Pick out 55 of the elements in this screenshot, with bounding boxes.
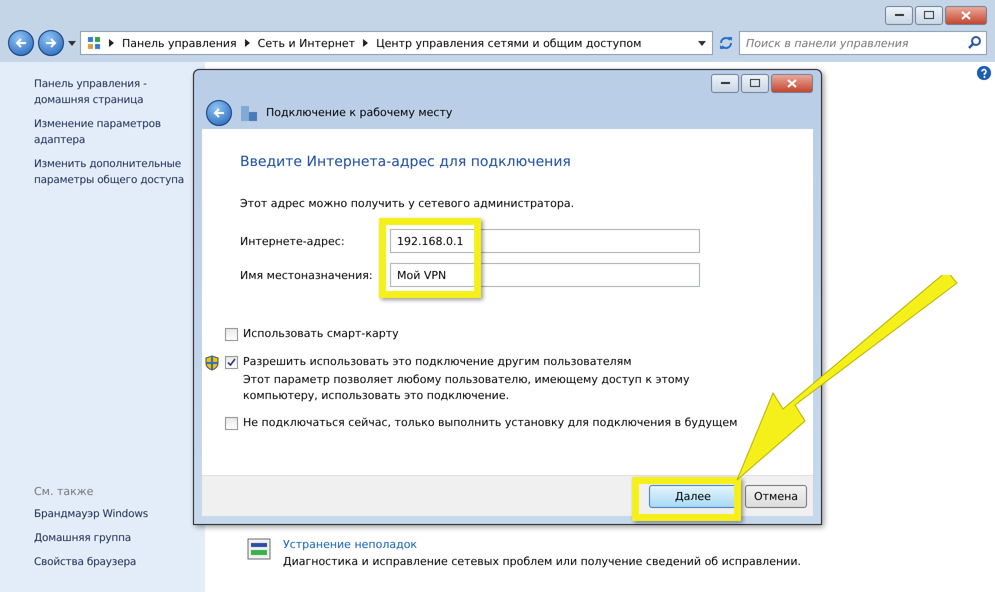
checkbox-label[interactable]: Разрешить использовать это подключение другим пользователям bbox=[243, 355, 632, 368]
chevron-icon bbox=[244, 39, 250, 47]
address-bar[interactable]: Панель управления Сеть и Интернет Центр управления сетями и общим доступом bbox=[80, 31, 713, 55]
checkbox[interactable] bbox=[225, 417, 238, 430]
see-also-heading: См. также bbox=[34, 485, 94, 498]
checkbox-label[interactable]: Не подключаться сейчас, только выполнить установку для подключения в будущем bbox=[243, 416, 738, 429]
chevron-icon bbox=[109, 39, 114, 47]
field-label: Имя местоназначения: bbox=[240, 268, 374, 282]
forward-button[interactable] bbox=[38, 30, 64, 56]
minimize-icon bbox=[720, 82, 730, 84]
input-field[interactable]: Мой VPN bbox=[390, 263, 700, 287]
back-button[interactable] bbox=[206, 100, 232, 126]
checkmark-icon bbox=[227, 358, 236, 367]
maximize-icon bbox=[924, 11, 934, 19]
search-icon[interactable] bbox=[968, 36, 981, 49]
back-arrow-icon bbox=[213, 108, 225, 118]
checkbox[interactable] bbox=[225, 328, 238, 341]
close-icon bbox=[787, 78, 797, 88]
dropdown-icon[interactable] bbox=[68, 40, 76, 46]
troubleshoot-link[interactable]: Устранение неполадок bbox=[283, 538, 418, 551]
refresh-icon[interactable] bbox=[717, 34, 735, 52]
sidebar-link[interactable]: Свойства браузера bbox=[34, 554, 205, 570]
breadcrumb[interactable]: Сеть и Интернет bbox=[258, 36, 356, 50]
maximize-button[interactable] bbox=[915, 6, 943, 24]
breadcrumb[interactable]: Центр управления сетями и общим доступом bbox=[376, 36, 642, 50]
troubleshoot-icon bbox=[247, 538, 271, 560]
dialog-heading: Введите Интернета-адрес для подключения bbox=[240, 153, 572, 171]
breadcrumb[interactable]: Панель управления bbox=[122, 36, 237, 50]
maximize-icon bbox=[750, 79, 760, 87]
help-icon[interactable] bbox=[977, 66, 991, 80]
back-button[interactable] bbox=[8, 30, 34, 56]
troubleshoot-description: Диагностика и исправление сетевых проблем или получение сведений об исправлении. bbox=[283, 555, 801, 568]
forward-arrow-icon bbox=[45, 38, 57, 48]
building-icon bbox=[240, 104, 258, 120]
maximize-button[interactable] bbox=[741, 74, 769, 92]
option-note: Этот параметр позволяет любому пользователю, имеющему доступ к этому компьютеру, использовать это подключение. bbox=[243, 372, 690, 404]
control-panel-icon bbox=[87, 36, 101, 50]
checkbox[interactable] bbox=[225, 356, 238, 369]
dialog-title: Подключение к рабочему месту bbox=[266, 106, 452, 119]
minimize-button[interactable] bbox=[711, 74, 739, 92]
dialog-button[interactable]: Отмена bbox=[745, 484, 807, 508]
field-label: Интернете-адрес: bbox=[240, 234, 346, 248]
minimize-button[interactable] bbox=[885, 6, 913, 24]
intro-text: Этот адрес можно получить у сетевого администратора. bbox=[240, 197, 576, 211]
close-button[interactable] bbox=[771, 74, 813, 92]
minimize-icon bbox=[894, 14, 904, 16]
search-field[interactable]: Поиск в панели управления bbox=[739, 31, 987, 55]
chevron-icon bbox=[363, 39, 368, 47]
close-button[interactable] bbox=[945, 6, 987, 24]
input-field[interactable]: 192.168.0.1 bbox=[390, 229, 700, 253]
checkbox-label[interactable]: Использовать смарт-карту bbox=[243, 327, 399, 340]
back-arrow-icon bbox=[15, 38, 27, 48]
sidebar-link[interactable]: Домашняя группа bbox=[34, 530, 205, 546]
close-icon bbox=[961, 10, 971, 20]
dropdown-icon[interactable] bbox=[698, 40, 706, 46]
